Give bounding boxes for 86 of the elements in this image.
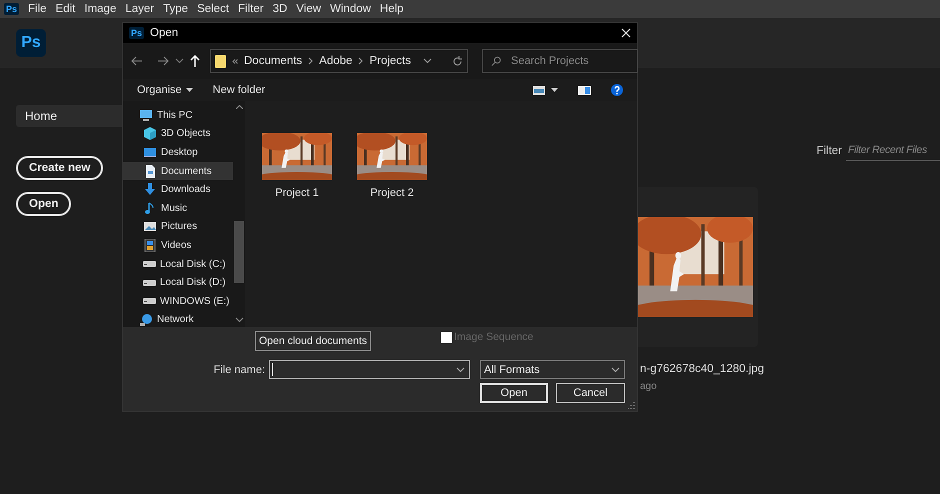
file-label[interactable]: Project 1 <box>275 187 319 199</box>
breadcrumb-item[interactable]: Documents <box>244 55 302 67</box>
menu-item[interactable]: Image <box>84 3 116 15</box>
nav-pane-item[interactable]: Documents <box>123 162 233 180</box>
app-logo: Ps <box>16 29 46 57</box>
computer-icon <box>139 108 153 122</box>
nav-pane-item[interactable]: Network <box>123 310 233 327</box>
chevron-down-icon <box>611 366 620 372</box>
chevron-down-icon <box>175 58 184 64</box>
sidebar-button[interactable]: Create new <box>16 156 104 180</box>
file-name-field[interactable] <box>269 360 470 379</box>
close-button[interactable] <box>621 28 631 38</box>
up-button[interactable] <box>190 55 200 67</box>
file-name: n-g762678c40_1280.jpg <box>640 363 764 375</box>
nav-pane-item[interactable]: WINDOWS (E:) <box>123 292 233 311</box>
filter-field[interactable]: Filter Recent Files <box>846 140 940 161</box>
network-icon <box>139 313 153 326</box>
caret-icon <box>551 88 558 92</box>
back-button[interactable] <box>131 56 143 66</box>
home-nav-item[interactable]: Home <box>16 105 122 127</box>
checkbox-label: Image Sequence <box>454 331 534 343</box>
scroll-down-icon <box>234 317 244 323</box>
file-name-label: File name: <box>214 364 265 376</box>
drive-icon <box>143 280 156 286</box>
preview-pane-button[interactable] <box>578 86 591 94</box>
document-icon <box>143 164 157 178</box>
toolbar-button[interactable]: Organise <box>137 84 193 96</box>
app-logo: Ps <box>129 27 144 39</box>
dialog-title: Open <box>150 27 180 39</box>
nav-pane-item[interactable]: Videos <box>123 236 233 255</box>
menu-item[interactable]: 3D <box>272 3 288 15</box>
folder-icon <box>215 54 226 68</box>
search-icon <box>490 56 501 66</box>
menu-item[interactable]: Help <box>380 3 404 15</box>
double-chevron-icon <box>232 58 238 64</box>
drive-icon <box>143 298 156 304</box>
chevron-right-icon <box>308 57 314 65</box>
nav-pane-item[interactable]: Pictures <box>123 218 233 236</box>
nav-pane-item[interactable]: Music <box>123 198 233 218</box>
forward-button[interactable] <box>157 56 169 66</box>
toolbar-button[interactable]: New folder <box>212 84 266 96</box>
cube-icon <box>143 127 157 140</box>
format-dropdown[interactable]: All Formats <box>480 360 625 379</box>
desktop-icon <box>143 146 157 159</box>
recent-locations-button[interactable] <box>175 58 184 64</box>
search-input[interactable]: Search Projects <box>508 54 629 68</box>
resize-grip-icon[interactable] <box>628 402 635 409</box>
picture-icon <box>143 220 157 234</box>
menu-item[interactable]: File <box>28 3 47 15</box>
menu-item[interactable]: Filter <box>238 3 264 15</box>
nav-pane-item[interactable]: Desktop <box>123 143 233 162</box>
nav-pane-item[interactable]: Downloads <box>123 180 233 199</box>
dialog-button[interactable]: Cancel <box>556 383 625 403</box>
breadcrumb-item[interactable]: Projects <box>369 55 411 67</box>
menu-item[interactable]: Edit <box>56 3 76 15</box>
file-label[interactable]: Project 2 <box>370 187 414 199</box>
caret-icon <box>186 88 193 92</box>
filter-label: Filter <box>816 144 842 156</box>
film-icon <box>143 238 157 252</box>
breadcrumb-item[interactable]: Adobe <box>319 55 352 67</box>
refresh-icon[interactable] <box>452 56 463 66</box>
dialog-button[interactable]: Open <box>480 383 548 403</box>
open-cloud-documents-button[interactable]: Open cloud documents <box>255 331 371 351</box>
menu-item[interactable]: View <box>296 3 322 15</box>
search-field[interactable]: Search Projects <box>482 49 638 73</box>
nav-pane-item[interactable]: Local Disk (C:) <box>123 254 233 274</box>
scroll-up-icon[interactable] <box>236 105 242 109</box>
file-time: ago <box>640 381 657 392</box>
scrollbar-thumb[interactable] <box>234 221 244 283</box>
nav-pane-item[interactable]: 3D Objects <box>123 124 233 144</box>
chevron-right-icon <box>358 57 364 65</box>
chevron-down-icon <box>422 58 432 64</box>
nav-pane-item[interactable]: Local Disk (D:) <box>123 273 233 292</box>
drive-icon <box>143 261 156 268</box>
menu-item[interactable]: Layer <box>125 3 154 15</box>
sidebar-button[interactable]: Open <box>16 192 72 216</box>
view-button[interactable] <box>533 86 558 94</box>
menu-item[interactable]: Window <box>330 3 371 15</box>
app-logo: Ps <box>4 3 20 15</box>
chevron-down-icon <box>456 366 465 372</box>
menu-item[interactable]: Select <box>197 3 230 15</box>
menu-item[interactable]: Type <box>163 3 188 15</box>
download-icon <box>143 183 157 196</box>
nav-pane-item[interactable]: This PC <box>123 106 233 125</box>
help-button[interactable] <box>611 84 623 96</box>
address-bar[interactable]: Documents Adobe Projects <box>210 49 468 73</box>
